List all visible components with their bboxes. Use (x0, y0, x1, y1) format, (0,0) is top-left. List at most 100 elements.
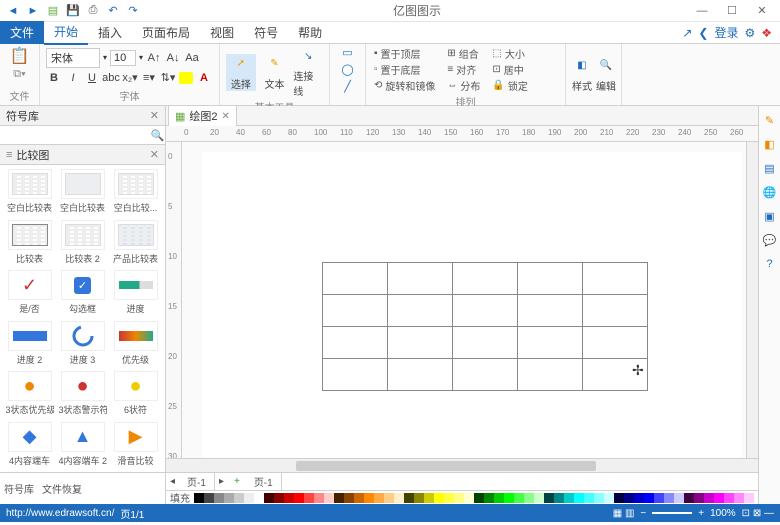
color-swatch[interactable] (274, 493, 284, 503)
color-swatch[interactable] (444, 493, 454, 503)
color-swatch[interactable] (234, 493, 244, 503)
paste-icon[interactable]: 📋 (10, 46, 30, 66)
page-nav-next[interactable]: ▸ (215, 476, 228, 487)
size-button[interactable]: ⬚大小 (490, 46, 529, 61)
layer-icon[interactable]: ▤ (762, 160, 778, 176)
spacing-button[interactable]: ⇅▾ (160, 70, 176, 86)
highlight-button[interactable] (179, 72, 193, 84)
fit-icon[interactable]: ⊡ ⊠ — (742, 508, 774, 519)
distribute-button[interactable]: ⇔分布 (445, 78, 482, 93)
color-swatch[interactable] (384, 493, 394, 503)
color-swatch[interactable] (344, 493, 354, 503)
tab-help[interactable]: 帮助 (288, 21, 332, 44)
copy-icon[interactable]: ⧉▾ (13, 68, 25, 81)
strike-button[interactable]: abc (103, 70, 119, 86)
vertical-scrollbar[interactable] (746, 142, 758, 458)
color-swatch[interactable] (654, 493, 664, 503)
shape-item[interactable]: ✓是/否 (4, 270, 55, 317)
shape-item[interactable]: ◆4内容端车 (4, 422, 55, 469)
color-swatch[interactable] (704, 493, 714, 503)
increase-font-icon[interactable]: A↑ (146, 50, 162, 66)
search-button[interactable]: 🔍 (150, 126, 165, 144)
rotate-button[interactable]: ⟲旋转和镜像 (372, 78, 437, 93)
undo-icon[interactable]: ↶ (106, 4, 120, 18)
shape-item[interactable]: ▶滑音比较 (110, 422, 161, 469)
color-swatch[interactable] (264, 493, 274, 503)
style-button[interactable]: ◧ 样式 (572, 56, 592, 93)
color-swatch[interactable] (554, 493, 564, 503)
bottom-tab-library[interactable]: 符号库 (4, 481, 34, 496)
shape-item[interactable]: ▲4内容端车 2 (57, 422, 108, 469)
zoom-in-icon[interactable]: + (698, 508, 704, 519)
maximize-button[interactable]: ☐ (718, 2, 746, 20)
color-swatch[interactable] (294, 493, 304, 503)
color-swatch[interactable] (404, 493, 414, 503)
italic-button[interactable]: I (65, 70, 81, 86)
tab-symbol[interactable]: 符号 (244, 21, 288, 44)
color-swatch[interactable] (614, 493, 624, 503)
decrease-font-icon[interactable]: A↓ (165, 50, 181, 66)
color-swatch[interactable] (634, 493, 644, 503)
sub-button[interactable]: x₂▾ (122, 70, 138, 86)
color-swatch[interactable] (544, 493, 554, 503)
color-swatch[interactable] (324, 493, 334, 503)
color-swatch[interactable] (464, 493, 474, 503)
canvas[interactable]: ✢ (182, 142, 746, 458)
minimize-button[interactable]: — (688, 2, 716, 20)
color-swatch[interactable] (204, 493, 214, 503)
add-page-button[interactable]: + (228, 476, 246, 487)
shape-item[interactable]: 空白比较表 (4, 169, 55, 216)
category-close-icon[interactable]: ✕ (150, 148, 159, 161)
center-button[interactable]: ⊡居中 (490, 62, 529, 77)
panel-close-icon[interactable]: ✕ (150, 109, 159, 122)
bullet-button[interactable]: ≡▾ (141, 70, 157, 86)
scroll-thumb[interactable] (296, 461, 596, 471)
color-swatch[interactable] (624, 493, 634, 503)
color-swatch[interactable] (364, 493, 374, 503)
color-swatch[interactable] (504, 493, 514, 503)
color-swatch[interactable] (724, 493, 734, 503)
color-swatch[interactable] (424, 493, 434, 503)
doc-close-icon[interactable]: ✕ (222, 111, 230, 122)
color-swatch[interactable] (414, 493, 424, 503)
back-icon[interactable]: ◄ (6, 4, 20, 18)
fontcolor-button[interactable]: A (196, 70, 212, 86)
login-link[interactable]: 登录 (714, 24, 738, 41)
print-icon[interactable]: ⎙ (86, 4, 100, 18)
color-swatch[interactable] (664, 493, 674, 503)
color-swatch[interactable] (224, 493, 234, 503)
text-tool[interactable]: ✎ 文本 (260, 54, 290, 91)
close-button[interactable]: ✕ (748, 2, 776, 20)
link-icon[interactable]: ❮ (698, 26, 708, 40)
format-icon[interactable]: ✎ (762, 112, 778, 128)
color-swatch[interactable] (394, 493, 404, 503)
color-swatch[interactable] (214, 493, 224, 503)
color-swatch[interactable] (284, 493, 294, 503)
shape-item[interactable]: 空白比较表 (57, 169, 108, 216)
options-icon[interactable]: ⚙ (744, 26, 755, 40)
connector-tool[interactable]: ↘ 连接线 (293, 46, 323, 98)
color-swatch[interactable] (254, 493, 264, 503)
shape-item[interactable]: ●3状态优先级 (4, 371, 55, 418)
tab-view[interactable]: 视图 (200, 21, 244, 44)
color-swatch[interactable] (374, 493, 384, 503)
color-swatch[interactable] (484, 493, 494, 503)
rect-shape-icon[interactable]: ▭ (342, 46, 352, 59)
bottom-tab-restore[interactable]: 文件恢复 (42, 481, 82, 496)
horizontal-scrollbar[interactable] (166, 458, 758, 472)
shape-item[interactable]: ✓勾选框 (57, 270, 108, 317)
page-nav-prev[interactable]: ◂ (166, 476, 179, 487)
font-size-select[interactable]: 10 (110, 50, 136, 66)
tab-file[interactable]: 文件 (0, 21, 44, 44)
view-icon[interactable]: ▣ (762, 208, 778, 224)
redo-icon[interactable]: ↷ (126, 4, 140, 18)
color-swatch[interactable] (244, 493, 254, 503)
forward-icon[interactable]: ► (26, 4, 40, 18)
shape-item[interactable]: 产品比较表 (110, 220, 161, 267)
color-swatch[interactable] (684, 493, 694, 503)
tab-layout[interactable]: 页面布局 (132, 21, 200, 44)
clear-format-icon[interactable]: Aa (184, 50, 200, 66)
color-swatch[interactable] (354, 493, 364, 503)
color-swatch[interactable] (474, 493, 484, 503)
color-swatch[interactable] (314, 493, 324, 503)
